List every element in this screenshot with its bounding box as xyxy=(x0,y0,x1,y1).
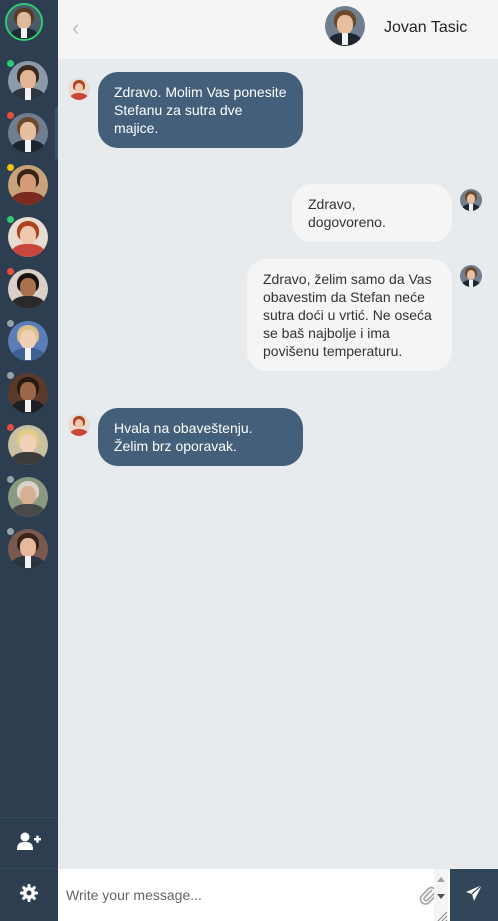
settings-button[interactable] xyxy=(0,869,58,921)
contact-item[interactable] xyxy=(0,211,58,263)
scroll-down-arrow-icon[interactable] xyxy=(437,894,445,899)
message-incoming: Zdravo. Molim Vas ponesite Stefanu za su… xyxy=(68,72,303,148)
send-button[interactable] xyxy=(450,869,498,921)
contact-avatar xyxy=(8,61,48,101)
sender-avatar xyxy=(460,265,482,287)
contact-avatar[interactable] xyxy=(325,6,365,46)
contact-avatar xyxy=(8,113,48,153)
contact-avatar xyxy=(8,425,48,465)
contact-item[interactable] xyxy=(0,55,58,107)
message-text: Zdravo. Molim Vas ponesite Stefanu za su… xyxy=(98,72,303,148)
scroll-up-arrow-icon[interactable] xyxy=(437,877,445,882)
chat-header: ‹ Jovan Tasic xyxy=(58,0,498,59)
contact-avatar xyxy=(8,269,48,309)
status-dot-busy xyxy=(7,112,14,119)
status-dot-offline xyxy=(7,320,14,327)
status-dot-offline xyxy=(7,372,14,379)
sidebar-actions xyxy=(0,817,58,921)
contact-name: Jovan Tasic xyxy=(384,19,468,36)
paper-plane-icon xyxy=(465,884,483,907)
gear-icon xyxy=(20,883,38,907)
contact-list xyxy=(0,55,58,575)
message-list: Zdravo. Molim Vas ponesite Stefanu za su… xyxy=(58,59,498,869)
sender-avatar xyxy=(68,414,90,436)
message-text: Zdravo, dogovoreno. xyxy=(292,184,452,242)
resize-handle-icon[interactable] xyxy=(434,909,448,921)
sender-avatar xyxy=(460,189,482,211)
contact-avatar xyxy=(8,217,48,257)
contact-item[interactable] xyxy=(0,159,58,211)
message-input[interactable] xyxy=(58,869,434,921)
contact-item[interactable] xyxy=(0,523,58,575)
status-dot-offline xyxy=(7,476,14,483)
contact-avatar xyxy=(8,373,48,413)
add-contact-button[interactable] xyxy=(0,817,58,869)
status-dot-online xyxy=(7,60,14,67)
contact-item[interactable] xyxy=(0,367,58,419)
chevron-left-icon[interactable]: ‹ xyxy=(72,17,79,39)
contact-avatar xyxy=(8,529,48,569)
message-incoming: Hvala na obaveštenju. Želim brz oporavak… xyxy=(68,408,303,466)
contact-avatar xyxy=(8,165,48,205)
contacts-sidebar xyxy=(0,0,58,921)
contact-item[interactable] xyxy=(0,263,58,315)
contact-item[interactable] xyxy=(0,419,58,471)
status-dot-online xyxy=(7,216,14,223)
contact-item[interactable] xyxy=(0,471,58,523)
status-dot-offline xyxy=(7,528,14,535)
message-composer xyxy=(58,869,498,921)
message-outgoing: Zdravo, želim samo da Vas obavestim da S… xyxy=(247,259,482,371)
contact-item-active[interactable] xyxy=(0,107,58,159)
status-dot-busy xyxy=(7,424,14,431)
status-dot-busy xyxy=(7,268,14,275)
add-user-icon xyxy=(17,832,41,855)
contact-avatar xyxy=(8,477,48,517)
message-text: Zdravo, želim samo da Vas obavestim da S… xyxy=(247,259,452,371)
contact-avatar xyxy=(8,321,48,361)
sender-avatar xyxy=(68,78,90,100)
message-text: Hvala na obaveštenju. Želim brz oporavak… xyxy=(98,408,303,466)
message-outgoing: Zdravo, dogovoreno. xyxy=(292,184,482,242)
contact-item[interactable] xyxy=(0,315,58,367)
my-profile-avatar[interactable] xyxy=(5,3,43,41)
status-dot-away xyxy=(7,164,14,171)
